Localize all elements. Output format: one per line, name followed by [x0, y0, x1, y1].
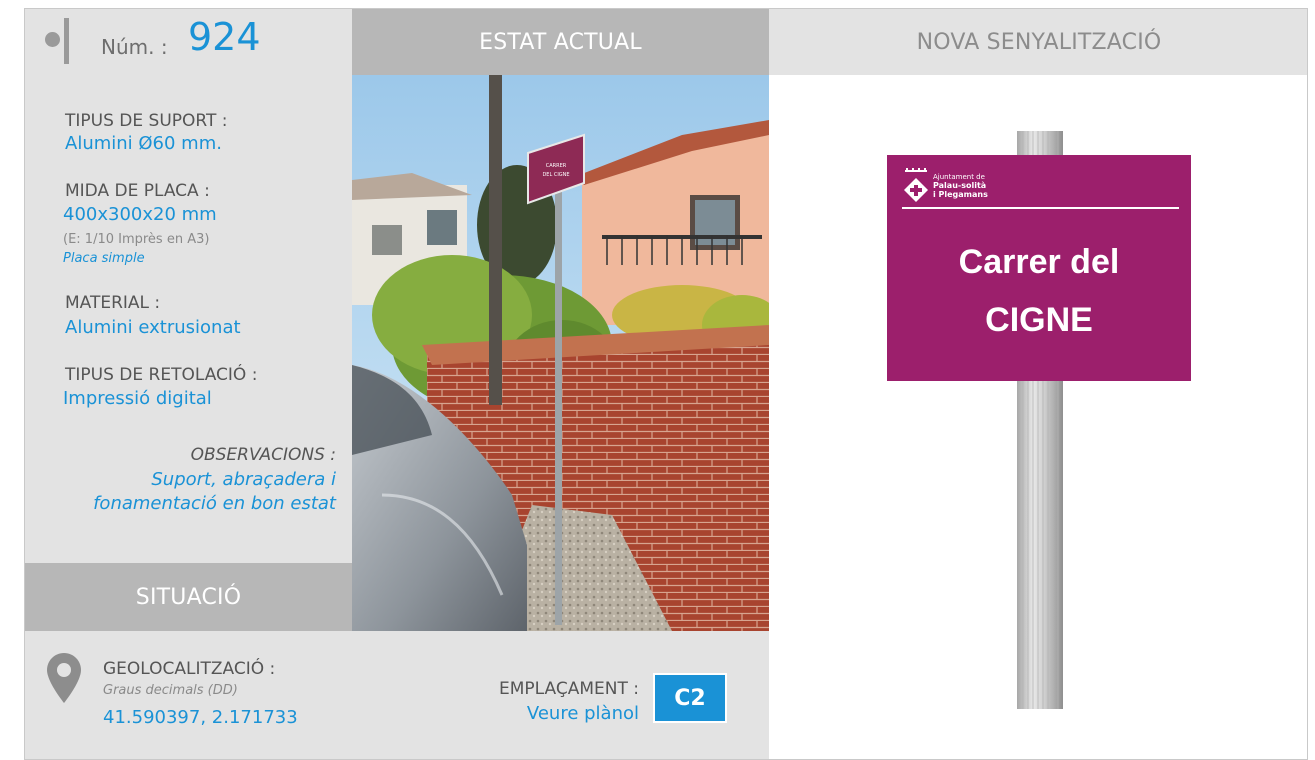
- number-label: Núm. :: [101, 35, 168, 59]
- material-value: Alumini extrusionat: [65, 317, 241, 338]
- municipal-crest-icon: [904, 168, 928, 202]
- location-strip: GEOLOCALITZACIÓ : Graus decimals (DD) 41…: [25, 631, 769, 759]
- sign-org-line-3: i Plegamans: [933, 190, 988, 199]
- estat-title: ESTAT ACTUAL: [479, 29, 642, 55]
- number-value: 924: [188, 15, 261, 59]
- observacions-value: Suport, abraçadera i fonamentació en bon…: [93, 469, 336, 514]
- photo-sign-text-2: DEL CIGNE: [542, 172, 569, 178]
- header-estat-cell: ESTAT ACTUAL: [352, 9, 769, 75]
- sign-org-line-1: Ajuntament de: [933, 173, 985, 181]
- photo-sign-text-1: CARRER: [546, 163, 567, 169]
- suport-label: TIPUS DE SUPORT :: [65, 111, 228, 131]
- sign-org-line-2: Palau-solità: [933, 181, 987, 190]
- sign-text-line-2: CIGNE: [985, 301, 1093, 339]
- material-label: MATERIAL :: [65, 293, 161, 313]
- info-panel: TIPUS DE SUPORT : Alumini Ø60 mm. MIDA D…: [25, 75, 352, 563]
- sign-text-line-1: Carrer del: [958, 243, 1120, 281]
- emplacament-label: EMPLAÇAMENT :: [499, 679, 639, 699]
- emplacament-code-badge[interactable]: C2: [653, 673, 727, 723]
- nova-title: NOVA SENYALITZACIÓ: [916, 29, 1162, 55]
- mida-note: (E: 1/10 Imprès en A3): [63, 232, 210, 247]
- observacions-label: OBSERVACIONS :: [190, 445, 336, 465]
- geolocalitzacio-note: Graus decimals (DD): [103, 683, 238, 698]
- mida-value: 400x300x20 mm: [63, 204, 217, 225]
- mida-type: Placa simple: [63, 251, 145, 266]
- veure-planol-link[interactable]: Veure plànol: [527, 703, 639, 724]
- header-nova-cell: NOVA SENYALITZACIÓ: [769, 9, 1307, 75]
- geolocalitzacio-value: 41.590397, 2.171733: [103, 707, 298, 728]
- retolacio-label: TIPUS DE RETOLACIÓ :: [65, 365, 258, 385]
- header-number-cell: Núm. : 924: [25, 9, 352, 75]
- retolacio-value: Impressió digital: [63, 388, 212, 409]
- suport-value: Alumini Ø60 mm.: [65, 133, 222, 154]
- sign-divider: [902, 207, 1179, 209]
- new-street-sign: Ajuntament de Palau-solità i Plegamans C…: [887, 155, 1191, 381]
- location-pin-icon: [47, 653, 81, 703]
- situacio-header: SITUACIÓ: [25, 563, 352, 631]
- bullet-bar: [64, 18, 69, 64]
- current-state-photo: CARRER DEL CIGNE: [352, 75, 769, 631]
- bullet-icon: [45, 32, 60, 47]
- geolocalitzacio-label: GEOLOCALITZACIÓ :: [103, 659, 276, 679]
- situacio-title: SITUACIÓ: [135, 584, 242, 610]
- mida-label: MIDA DE PLACA :: [65, 181, 210, 201]
- signage-sheet: Núm. : 924 ESTAT ACTUAL NOVA SENYALITZAC…: [24, 8, 1308, 760]
